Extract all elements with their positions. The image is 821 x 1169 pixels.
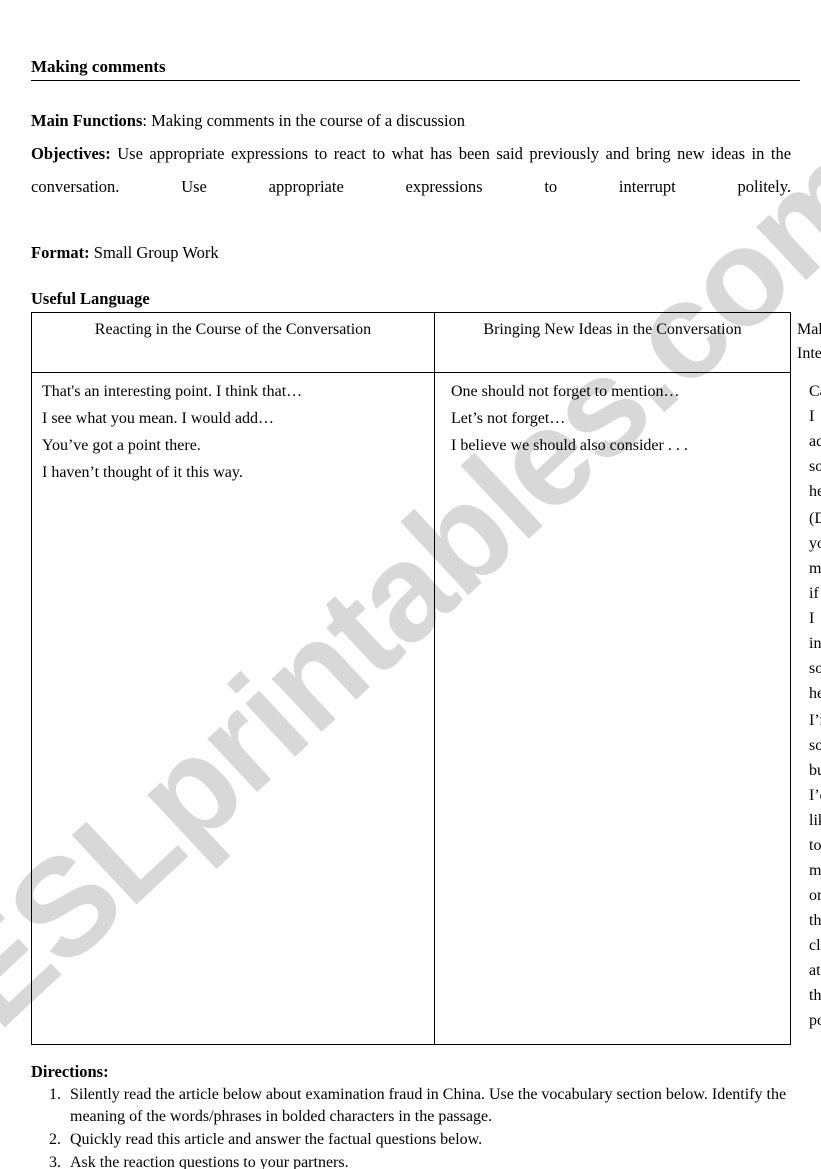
meta-label: Main Functions [31,111,143,130]
meta-objectives: Objectives: Use appropriate expressions … [31,137,791,236]
list-item: Quickly read this article and answer the… [65,1129,791,1151]
page-title: Making comments [31,57,166,76]
column-header-new-ideas: Bringing New Ideas in the Conversation [433,312,792,373]
phrase-list-new-ideas: One should not forget to mention… Let’s … [443,379,782,458]
cell-reacting-phrases: That's an interesting point. I think tha… [31,372,435,1045]
title-divider [31,80,800,81]
column-header-reacting: Reacting in the Course of the Conversati… [31,312,435,373]
list-item: That's an interesting point. I think tha… [42,383,303,400]
list-item: One should not forget to mention… [450,383,680,400]
useful-language-table: Reacting in the Course of the Conversati… [31,312,821,1045]
meta-value: Use appropriate expressions to react to … [31,144,792,196]
useful-language-heading: Useful Language [31,289,150,308]
meta-main-functions: Main Functions: Making comments in the c… [31,104,791,137]
page-content: Making comments Main Functions: Making c… [0,0,821,1169]
table-row: That's an interesting point. I think tha… [31,372,821,1045]
list-item: (Do you) mind if I interject something h… [809,510,821,702]
cell-new-ideas-phrases: One should not forget to mention… Let’s … [433,372,792,1045]
list-item: I’m sorry but I’d like to make one thing… [809,712,821,1029]
meta-label: Objectives: [31,144,111,163]
list-item: I see what you mean. I would add… [42,410,274,427]
list-item: Can I add something here? [809,383,821,500]
directions-heading: Directions: [31,1062,109,1081]
list-item: Silently read the article below about ex… [65,1084,791,1128]
meta-block: Main Functions: Making comments in the c… [31,104,791,269]
phrase-list-reacting: That's an interesting point. I think tha… [40,379,426,485]
table-header-row: Reacting in the Course of the Conversati… [31,312,821,373]
list-item: I haven’t thought of it this way. [42,464,243,481]
meta-value: Making comments in the course of a discu… [151,111,466,130]
list-item: Ask the reaction questions to your partn… [65,1152,791,1169]
meta-format: Format: Small Group Work [31,236,791,269]
worksheet-page: ESLprintables.com Making comments Main F… [0,0,821,1169]
meta-value: Small Group Work [93,243,219,262]
directions-list: Silently read the article below about ex… [31,1084,791,1169]
list-item: Let’s not forget… [450,410,566,427]
meta-separator: : [142,111,152,130]
list-item: You’ve got a point there. [42,437,201,454]
list-item: I believe we should also consider . . . [450,437,688,454]
meta-label: Format: [31,243,90,262]
